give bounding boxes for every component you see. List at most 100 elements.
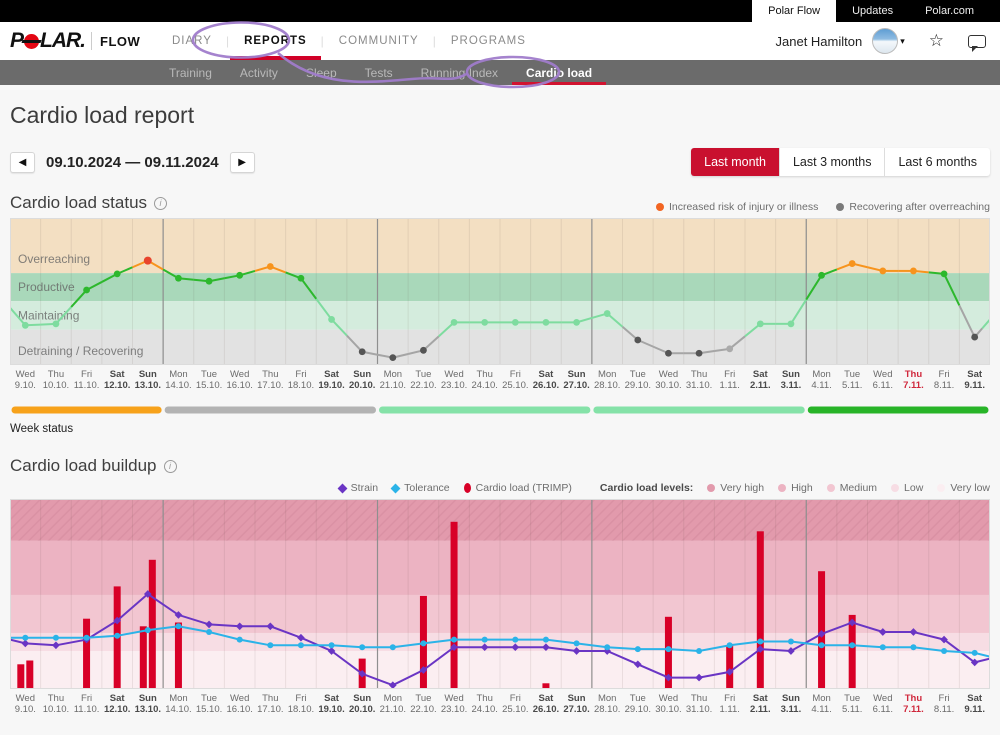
svg-text:Wed: Wed bbox=[873, 693, 892, 704]
range-last-6-months-button[interactable]: Last 6 months bbox=[884, 148, 990, 176]
legend-increased-risk: Increased risk of injury or illness bbox=[656, 201, 818, 213]
user-menu[interactable]: ▾ bbox=[872, 28, 905, 54]
svg-text:1.11.: 1.11. bbox=[719, 380, 739, 391]
svg-text:Sun: Sun bbox=[353, 693, 371, 704]
svg-text:2.11.: 2.11. bbox=[750, 704, 771, 715]
svg-text:19.10.: 19.10. bbox=[318, 380, 344, 391]
svg-text:Sat: Sat bbox=[324, 369, 340, 380]
svg-text:Thu: Thu bbox=[905, 369, 923, 380]
svg-text:29.10.: 29.10. bbox=[625, 380, 651, 391]
svg-text:1.11.: 1.11. bbox=[719, 704, 739, 715]
svg-text:20.10.: 20.10. bbox=[349, 704, 375, 715]
polar-wordmark: P LAR. bbox=[10, 29, 85, 53]
prev-period-button[interactable]: ◀ bbox=[10, 152, 35, 173]
svg-text:Sun: Sun bbox=[353, 369, 371, 380]
svg-text:9.10.: 9.10. bbox=[15, 380, 36, 391]
status-chart: OverreachingProductiveMaintainingDetrain… bbox=[10, 218, 990, 397]
svg-text:Fri: Fri bbox=[295, 369, 306, 380]
svg-text:14.10.: 14.10. bbox=[165, 704, 191, 715]
favorites-star-icon[interactable]: ☆ bbox=[929, 31, 944, 51]
svg-text:17.10.: 17.10. bbox=[257, 380, 283, 391]
legend-tolerance: Tolerance bbox=[392, 482, 450, 494]
svg-text:Tue: Tue bbox=[844, 369, 860, 380]
subnav-item-training[interactable]: Training bbox=[155, 60, 226, 85]
status-chart-svg[interactable]: OverreachingProductiveMaintainingDetrain… bbox=[10, 218, 990, 392]
feedback-chat-icon[interactable] bbox=[968, 35, 986, 48]
range-last-month-button[interactable]: Last month bbox=[691, 148, 779, 176]
svg-text:21.10.: 21.10. bbox=[380, 380, 406, 391]
svg-text:Wed: Wed bbox=[16, 369, 35, 380]
buildup-chart-svg[interactable]: Wed9.10.Thu10.10.Fri11.10.Sat12.10.Sun13… bbox=[10, 499, 990, 715]
svg-text:15.10.: 15.10. bbox=[196, 704, 222, 715]
svg-text:3.11.: 3.11. bbox=[781, 704, 802, 715]
buildup-legend: Strain Tolerance Cardio load (TRIMP) Car… bbox=[10, 482, 990, 494]
topbar: Polar Flow Updates Polar.com bbox=[0, 0, 1000, 22]
medium-dot-icon bbox=[827, 484, 835, 492]
range-last-3-months-button[interactable]: Last 3 months bbox=[779, 148, 885, 176]
nav-item-community[interactable]: COMMUNITY bbox=[325, 22, 433, 60]
subnav-item-running-index[interactable]: Running Index bbox=[407, 60, 512, 85]
controls-row: ◀ 09.10.2024 — 09.11.2024 ▶ Last month L… bbox=[10, 148, 990, 176]
nav-item-diary[interactable]: DIARY bbox=[158, 22, 226, 60]
svg-text:Detraining / Recovering: Detraining / Recovering bbox=[18, 344, 143, 358]
reports-subnav: Training Activity Sleep Tests Running In… bbox=[0, 60, 1000, 85]
subnav-item-cardio-load[interactable]: Cardio load bbox=[512, 60, 606, 85]
svg-text:31.10.: 31.10. bbox=[686, 704, 712, 715]
svg-text:Sun: Sun bbox=[782, 369, 800, 380]
subnav-item-sleep[interactable]: Sleep bbox=[292, 60, 351, 85]
legend-strain: Strain bbox=[339, 482, 378, 494]
avatar[interactable] bbox=[872, 28, 898, 54]
polar-logo[interactable]: P LAR. FLOW bbox=[10, 22, 158, 60]
svg-text:Tue: Tue bbox=[415, 693, 431, 704]
svg-text:Sun: Sun bbox=[139, 693, 157, 704]
very-low-dot-icon bbox=[937, 484, 945, 492]
svg-text:2.11.: 2.11. bbox=[750, 380, 771, 391]
svg-text:Mon: Mon bbox=[384, 369, 402, 380]
user-name[interactable]: Janet Hamilton bbox=[776, 34, 863, 49]
svg-text:19.10.: 19.10. bbox=[318, 704, 344, 715]
svg-text:6.11.: 6.11. bbox=[873, 380, 893, 391]
nav-item-programs[interactable]: PROGRAMS bbox=[437, 22, 540, 60]
subnav-item-activity[interactable]: Activity bbox=[226, 60, 292, 85]
svg-text:12.10.: 12.10. bbox=[104, 704, 130, 715]
svg-text:Wed: Wed bbox=[659, 369, 678, 380]
svg-text:Thu: Thu bbox=[262, 693, 278, 704]
next-period-button[interactable]: ▶ bbox=[230, 152, 255, 173]
svg-text:25.10.: 25.10. bbox=[502, 704, 528, 715]
status-section-header: Cardio load status i Increased risk of i… bbox=[10, 193, 990, 213]
svg-text:5.11.: 5.11. bbox=[842, 704, 862, 715]
legend-trimp: Cardio load (TRIMP) bbox=[464, 482, 572, 494]
svg-text:29.10.: 29.10. bbox=[625, 704, 651, 715]
svg-text:Sat: Sat bbox=[324, 693, 340, 704]
info-icon[interactable]: i bbox=[164, 460, 177, 473]
legend-very-high: Very high bbox=[707, 482, 764, 494]
svg-text:3.11.: 3.11. bbox=[781, 380, 802, 391]
svg-text:23.10.: 23.10. bbox=[441, 380, 467, 391]
svg-text:24.10.: 24.10. bbox=[471, 380, 497, 391]
svg-text:7.11.: 7.11. bbox=[903, 704, 924, 715]
svg-text:Sat: Sat bbox=[753, 369, 769, 380]
svg-text:18.10.: 18.10. bbox=[288, 380, 314, 391]
week-status-svg[interactable] bbox=[10, 406, 990, 414]
svg-text:27.10.: 27.10. bbox=[563, 704, 589, 715]
svg-text:Mon: Mon bbox=[169, 693, 187, 704]
nav-item-reports[interactable]: REPORTS bbox=[230, 22, 321, 60]
flow-label: FLOW bbox=[100, 34, 140, 49]
topbar-tab-polar-com[interactable]: Polar.com bbox=[909, 0, 990, 22]
svg-text:Mon: Mon bbox=[812, 369, 830, 380]
header: Polar Flow Updates Polar.com P LAR. FLOW… bbox=[0, 0, 1000, 85]
topbar-tab-updates[interactable]: Updates bbox=[836, 0, 909, 22]
svg-text:Sun: Sun bbox=[568, 369, 586, 380]
svg-text:Sun: Sun bbox=[782, 693, 800, 704]
svg-text:11.10.: 11.10. bbox=[74, 704, 100, 715]
subnav-item-tests[interactable]: Tests bbox=[351, 60, 407, 85]
week-status-label: Week status bbox=[10, 423, 990, 435]
levels-label: Cardio load levels: bbox=[600, 482, 693, 494]
svg-text:Tue: Tue bbox=[415, 369, 431, 380]
info-icon[interactable]: i bbox=[154, 197, 167, 210]
svg-text:Sat: Sat bbox=[539, 693, 555, 704]
date-navigation: ◀ 09.10.2024 — 09.11.2024 ▶ bbox=[10, 152, 255, 173]
topbar-tab-polar-flow[interactable]: Polar Flow bbox=[752, 0, 836, 22]
svg-text:26.10.: 26.10. bbox=[533, 380, 559, 391]
page-content: Cardio load report ◀ 09.10.2024 — 09.11.… bbox=[0, 102, 1000, 720]
